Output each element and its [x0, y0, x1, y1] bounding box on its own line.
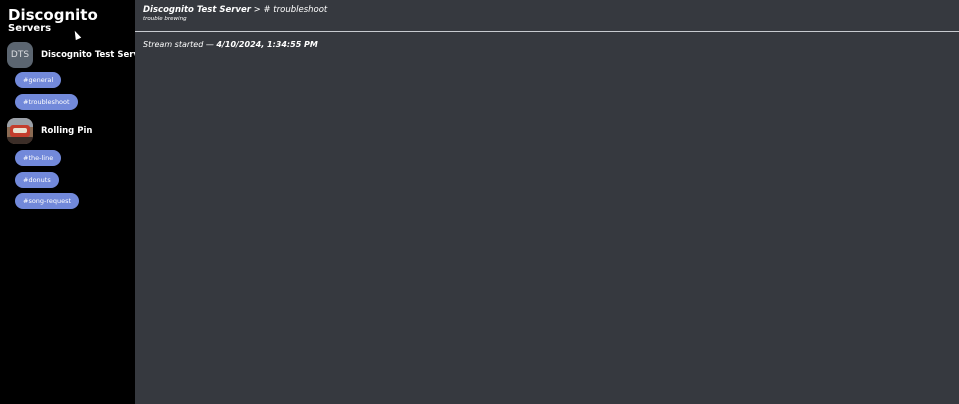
main-panel: Discognito Test Server > # troubleshoot … [135, 0, 959, 404]
channel-the-line[interactable]: #the-line [15, 150, 62, 166]
app-window: Discognito Servers DTS Discognito Test S… [0, 0, 959, 404]
channel-general[interactable]: #general [15, 72, 62, 88]
sidebar: Discognito Servers DTS Discognito Test S… [0, 0, 135, 404]
channel-donuts[interactable]: #donuts [15, 172, 59, 188]
stream-status: Stream started — 4/10/2024, 1:34:55 PM [143, 40, 318, 50]
server-name: Rolling Pin [41, 126, 93, 136]
breadcrumb: Discognito Test Server > # troubleshoot [143, 5, 327, 16]
mouse-cursor-icon [72, 29, 82, 41]
server-name: Discognito Test Server [41, 50, 135, 60]
channel-song-request[interactable]: #song-request [15, 193, 80, 209]
channel-troubleshoot[interactable]: #troubleshoot [15, 94, 78, 110]
server-discognito-test-server[interactable]: DTS Discognito Test Server [7, 42, 135, 68]
app-title: Discognito [8, 6, 98, 24]
breadcrumb-channel: # troubleshoot [263, 5, 328, 15]
servers-heading: Servers [8, 23, 52, 34]
server-rolling-pin[interactable]: Rolling Pin [7, 118, 135, 144]
stream-status-prefix: Stream started — [143, 40, 214, 49]
breadcrumb-separator: > [253, 5, 261, 15]
server-avatar: DTS [7, 42, 33, 68]
server-image-icon [7, 118, 33, 144]
channel-header: Discognito Test Server > # troubleshoot … [135, 0, 959, 32]
channel-topic: trouble brewing [143, 16, 187, 22]
breadcrumb-server[interactable]: Discognito Test Server [143, 5, 251, 15]
stream-timestamp: 4/10/2024, 1:34:55 PM [216, 40, 318, 49]
